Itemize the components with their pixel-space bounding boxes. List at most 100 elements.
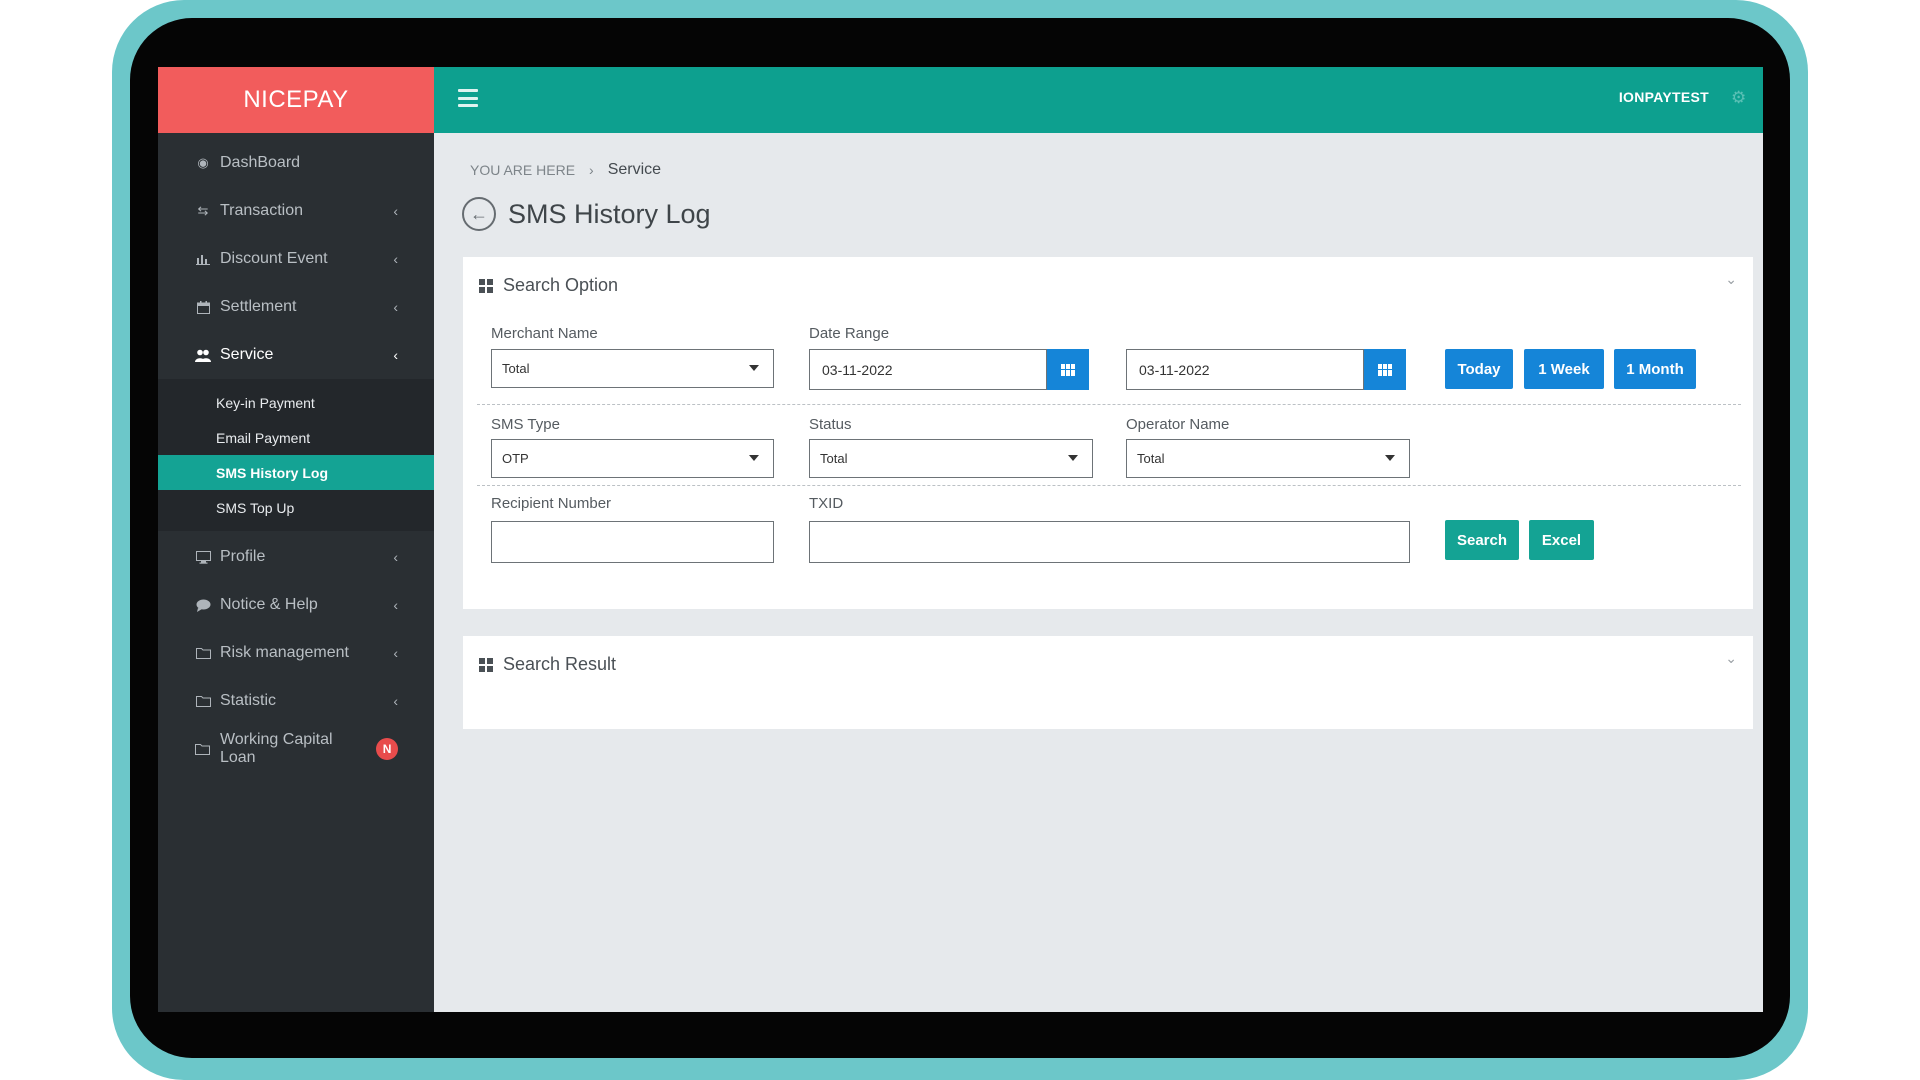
recipient-number-label: Recipient Number <box>491 495 612 512</box>
search-option-header: Search Option <box>479 275 618 296</box>
calendar-icon[interactable] <box>1364 349 1406 390</box>
recipient-number-input[interactable] <box>491 521 774 563</box>
today-button[interactable]: Today <box>1445 349 1513 389</box>
caret-down-icon <box>1068 455 1078 461</box>
submenu-item-key-in-payment[interactable]: Key-in Payment <box>158 385 434 420</box>
chevron-left-icon: ‹ <box>393 549 398 565</box>
chevron-down-icon[interactable]: ⌄ <box>1725 650 1737 667</box>
folder-icon <box>194 693 212 709</box>
submenu-item-sms-top-up[interactable]: SMS Top Up <box>158 490 434 525</box>
sidebar-item-notice-help[interactable]: Notice & Help ‹ <box>158 581 434 629</box>
row-divider <box>477 404 1741 405</box>
select-value: Total <box>1137 451 1165 466</box>
folder-icon <box>194 741 212 757</box>
folder-icon <box>194 645 212 661</box>
merchant-name-label: Merchant Name <box>491 325 598 342</box>
exchange-icon: ⇆ <box>197 203 209 218</box>
panel-title: Search Option <box>503 275 619 295</box>
caret-down-icon <box>749 455 759 461</box>
sidebar-item-risk-management[interactable]: Risk management ‹ <box>158 629 434 677</box>
sidebar-item-settlement[interactable]: Settlement ‹ <box>158 283 434 331</box>
page-header: ← SMS History Log <box>462 197 711 231</box>
chevron-left-icon: ‹ <box>393 251 398 267</box>
sms-type-label: SMS Type <box>491 416 560 433</box>
chevron-left-icon: ‹ <box>393 203 398 219</box>
sidebar-item-label: Discount Event <box>220 250 328 267</box>
chevron-left-icon: ‹ <box>393 645 398 661</box>
app-screen: NICEPAY ◉ DashBoard ⇆ Transaction ‹ Disc… <box>158 67 1763 1012</box>
excel-button[interactable]: Excel <box>1529 520 1594 560</box>
select-value: Total <box>820 451 848 466</box>
select-value: OTP <box>502 451 529 466</box>
user-name[interactable]: IONPAYTEST <box>1619 89 1709 105</box>
calendar-icon[interactable] <box>1047 349 1089 390</box>
brand-logo[interactable]: NICEPAY <box>158 67 434 133</box>
dashboard-icon: ◉ <box>197 155 209 170</box>
sidebar-item-label: Transaction <box>220 202 303 219</box>
submenu-item-sms-history-log[interactable]: SMS History Log <box>158 455 434 490</box>
sidebar-item-statistic[interactable]: Statistic ‹ <box>158 677 434 725</box>
sidebar-item-label: Risk management <box>220 644 349 661</box>
operator-name-label: Operator Name <box>1126 416 1230 433</box>
sidebar-item-profile[interactable]: Profile ‹ <box>158 533 434 581</box>
breadcrumb: YOU ARE HERE › Service <box>470 161 661 179</box>
chevron-down-icon[interactable]: ⌄ <box>1725 271 1737 288</box>
page-title: SMS History Log <box>508 198 711 229</box>
chevron-left-icon: ‹ <box>393 299 398 315</box>
top-bar: IONPAYTEST ⚙ <box>434 67 1763 133</box>
one-month-button[interactable]: 1 Month <box>1614 349 1696 389</box>
sidebar: NICEPAY ◉ DashBoard ⇆ Transaction ‹ Disc… <box>158 67 434 1012</box>
merchant-name-select[interactable]: Total <box>491 349 774 388</box>
breadcrumb-current[interactable]: Service <box>608 161 661 179</box>
search-result-header: Search Result <box>479 654 616 675</box>
date-from-input[interactable]: 03-11-2022 <box>809 349 1047 390</box>
sidebar-item-transaction[interactable]: ⇆ Transaction ‹ <box>158 187 434 235</box>
sidebar-item-label: Working Capital Loan <box>219 731 333 766</box>
sidebar-item-label: Notice & Help <box>220 596 318 613</box>
submenu-item-email-payment[interactable]: Email Payment <box>158 420 434 455</box>
new-badge: N <box>376 738 398 760</box>
sidebar-item-label: Profile <box>220 548 266 565</box>
select-value: Total <box>502 361 530 376</box>
chevron-left-icon: ‹ <box>393 347 398 363</box>
date-range-label: Date Range <box>809 325 890 342</box>
status-select[interactable]: Total <box>809 439 1093 478</box>
back-arrow-icon[interactable]: ← <box>462 197 496 231</box>
panel-title: Search Result <box>503 654 617 674</box>
sidebar-item-service[interactable]: Service ‹ <box>158 331 434 379</box>
calendar-icon <box>194 299 212 315</box>
date-to-input[interactable]: 03-11-2022 <box>1126 349 1364 390</box>
service-submenu: Key-in Payment Email Payment SMS History… <box>158 379 434 531</box>
chevron-left-icon: ‹ <box>393 597 398 613</box>
one-week-button[interactable]: 1 Week <box>1524 349 1604 389</box>
gear-icon[interactable]: ⚙ <box>1731 89 1749 107</box>
sidebar-item-label: Statistic <box>220 692 277 709</box>
bar-chart-icon <box>194 251 212 267</box>
sidebar-item-dashboard[interactable]: ◉ DashBoard <box>158 139 434 187</box>
status-label: Status <box>809 416 852 433</box>
main-content: YOU ARE HERE › Service ← SMS History Log… <box>434 133 1763 1012</box>
hamburger-menu-icon[interactable] <box>458 89 478 107</box>
chevron-right-icon: › <box>589 162 594 178</box>
sidebar-item-discount-event[interactable]: Discount Event ‹ <box>158 235 434 283</box>
monitor-icon <box>194 549 212 565</box>
grid-icon <box>479 278 493 293</box>
chat-bubble-icon <box>194 597 212 613</box>
sidebar-item-working-capital-loan[interactable]: Working Capital Loan N <box>158 725 434 773</box>
caret-down-icon <box>1385 455 1395 461</box>
users-icon <box>194 347 212 363</box>
sms-type-select[interactable]: OTP <box>491 439 774 478</box>
sidebar-item-label: Settlement <box>220 298 297 315</box>
sidebar-item-label: DashBoard <box>220 154 301 171</box>
row-divider <box>477 485 1741 486</box>
breadcrumb-prefix: YOU ARE HERE <box>470 162 576 178</box>
search-option-panel: Search Option ⌄ Merchant Name Total Date… <box>463 257 1753 609</box>
txid-input[interactable] <box>809 521 1410 563</box>
operator-name-select[interactable]: Total <box>1126 439 1410 478</box>
search-button[interactable]: Search <box>1445 520 1519 560</box>
sidebar-item-label: Service <box>220 346 274 363</box>
chevron-left-icon: ‹ <box>393 693 398 709</box>
search-result-panel: Search Result ⌄ <box>463 636 1753 729</box>
txid-label: TXID <box>809 495 844 512</box>
caret-down-icon <box>749 365 759 371</box>
